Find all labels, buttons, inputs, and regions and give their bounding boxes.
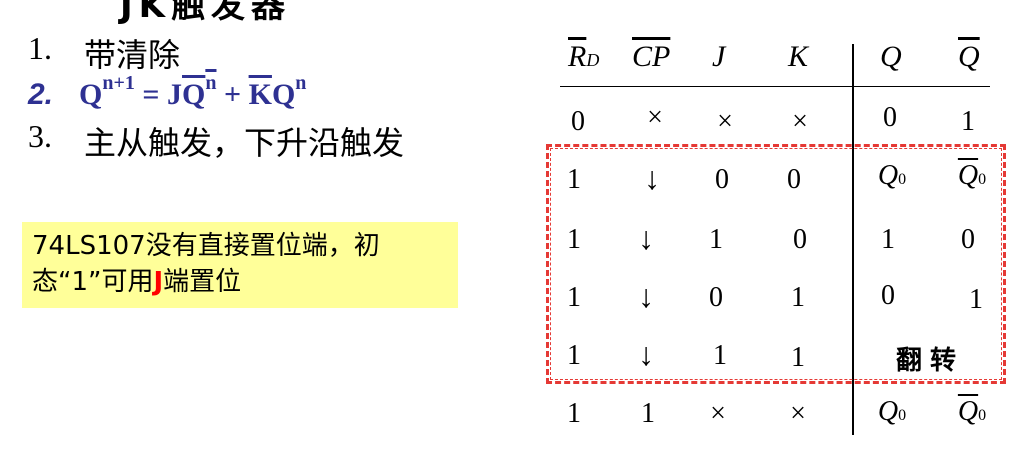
row-1-cp: ×	[647, 102, 663, 133]
row-1-rd: 0	[571, 106, 585, 137]
row-4-cp: ↓	[638, 278, 654, 314]
note-text-end: 端置位	[163, 267, 242, 297]
row-6-j: ×	[710, 398, 726, 429]
row-4-qbar: 1	[969, 284, 983, 315]
note-box: 74LS107没有直接置位端，初态“1”可用J端置位	[22, 222, 458, 308]
row-3-rd: 1	[567, 224, 581, 255]
header-rd: RD	[568, 40, 600, 73]
row-3-cp: ↓	[638, 220, 654, 256]
row-5-toggle: 翻转	[896, 346, 965, 376]
row-2-rd: 1	[567, 164, 581, 195]
row-4-k: 1	[791, 282, 805, 313]
row-5-k: 1	[791, 342, 805, 373]
row-2-j: 0	[715, 164, 729, 195]
formula-sup2: n	[295, 72, 307, 94]
header-qbar: Q	[958, 40, 980, 73]
list-text: 主从触发，下升沿触发	[84, 124, 405, 162]
row-2-qbar: Q0	[957, 160, 987, 191]
formula-kbar: K	[248, 78, 272, 111]
row-6-cp: 1	[641, 398, 655, 429]
row-2-cp: ↓	[644, 160, 660, 196]
list-text: 带清除	[84, 36, 181, 74]
row-4-q: 0	[881, 280, 895, 311]
row-4-j: 0	[709, 282, 723, 313]
list-number: 3.	[28, 118, 52, 154]
row-3-qbar: 0	[961, 224, 975, 255]
formula-q: Q	[79, 78, 103, 111]
row-1-k: ×	[792, 106, 808, 137]
row-6-q: Q0	[877, 396, 907, 427]
formula-plus: +	[216, 78, 249, 111]
row-6-k: ×	[790, 398, 806, 429]
formula-qbar: Qn	[182, 72, 217, 111]
row-4-rd: 1	[567, 282, 581, 313]
header-k: K	[788, 40, 809, 73]
row-2-q: Q0	[877, 160, 907, 191]
row-1-q: 0	[883, 102, 897, 133]
header-q: Q	[880, 40, 902, 73]
row-3-k: 0	[793, 224, 807, 255]
row-6-rd: 1	[567, 398, 581, 429]
truth-table: RD CP J K Q Q 0 × × × 0 1 1 ↓ 0 0 Q0 Q0 …	[540, 30, 1010, 445]
header-cp: CP	[632, 40, 671, 73]
formula-q2: Q	[271, 78, 296, 111]
header-j: J	[712, 40, 726, 73]
row-5-j: 1	[713, 340, 727, 371]
row-5-cp: ↓	[638, 336, 654, 372]
row-1-qbar: 1	[961, 106, 975, 137]
list-number: 2.	[28, 78, 54, 111]
list-number: 1.	[28, 30, 52, 66]
row-3-j: 1	[709, 224, 723, 255]
row-3-q: 1	[881, 224, 895, 255]
header-divider	[560, 86, 990, 87]
row-2-k: 0	[787, 164, 801, 195]
clipped-heading: JK触发器	[120, 0, 291, 26]
row-1-j: ×	[717, 106, 733, 137]
row-6-qbar: Q0	[957, 396, 987, 427]
formula-eq: = J	[134, 78, 183, 111]
row-5-rd: 1	[567, 340, 581, 371]
next-state-formula: 2. Qn+1 = JQn + KQn	[28, 72, 306, 112]
formula-sup: n+1	[102, 72, 135, 94]
note-highlight: J	[153, 267, 164, 297]
